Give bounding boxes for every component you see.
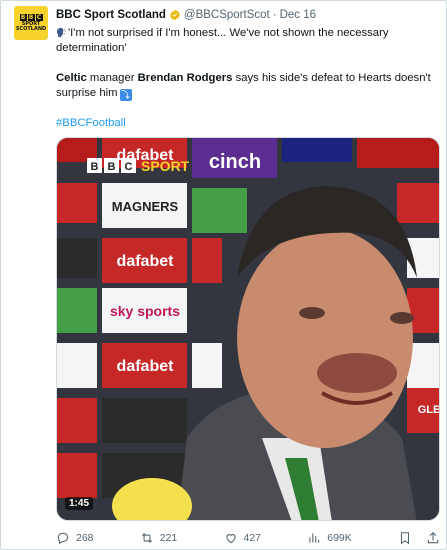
- sponsor-text-sky: sky sports: [110, 303, 180, 319]
- bookmark-icon[interactable]: [398, 531, 412, 545]
- team-name: Celtic: [56, 72, 87, 84]
- avatar-subtitle: SPORT SCOTLAND: [15, 21, 47, 32]
- svg-text:B: B: [108, 161, 116, 173]
- quote-text-2: determination': [56, 42, 127, 54]
- like-button[interactable]: 427: [224, 531, 262, 545]
- reply-button[interactable]: 268: [56, 531, 94, 545]
- summary-line-2: surprise him ⤵: [56, 86, 436, 101]
- repost-icon: [141, 533, 152, 543]
- video-player[interactable]: dafabet MAGNERS cinch dafabet sky sports…: [56, 137, 440, 521]
- account-name[interactable]: BBC Sport Scotland: [56, 8, 166, 22]
- action-bar: 268 221 427 699K: [56, 529, 440, 547]
- repost-count: 221: [159, 532, 178, 544]
- sponsor-text-gle: GLE: [418, 404, 440, 416]
- tweet-header: BBC Sport Scotland @BBCSportScot · Dec 1…: [56, 8, 316, 22]
- avatar[interactable]: BBC SPORT SCOTLAND: [14, 6, 48, 40]
- secondary-actions: [398, 531, 440, 545]
- sponsor-text-cinch: cinch: [209, 151, 261, 173]
- summary-text-c: surprise him: [56, 87, 118, 99]
- views-chart-icon: [309, 533, 320, 543]
- share-icon[interactable]: [426, 531, 440, 545]
- separator-dot: ·: [272, 9, 277, 21]
- summary-line-1: Celtic manager Brendan Rodgers says his …: [56, 71, 436, 86]
- svg-text:B: B: [91, 161, 99, 173]
- verified-badge-icon: [170, 9, 180, 21]
- post-date[interactable]: Dec 16: [280, 8, 316, 22]
- svg-text:SPORT: SPORT: [141, 158, 190, 174]
- tweet-card[interactable]: BBC SPORT SCOTLAND BBC Sport Scotland @B…: [0, 0, 447, 550]
- summary-text-a: manager: [86, 72, 138, 84]
- reply-count: 268: [76, 532, 94, 544]
- repost-button[interactable]: 221: [140, 531, 178, 545]
- manager-name: Brendan Rodgers: [137, 72, 233, 84]
- sponsor-text-dafabet-low: dafabet: [117, 358, 175, 375]
- account-handle[interactable]: @BBCSportScot: [184, 8, 270, 22]
- speaking-head-icon: [56, 27, 66, 38]
- quote-line-1: 'I'm not surprised if I'm honest... We'v…: [56, 26, 436, 41]
- reply-icon: [57, 532, 69, 545]
- tweet-text: 'I'm not surprised if I'm honest... We'v…: [56, 26, 436, 131]
- views-button[interactable]: 699K: [307, 531, 352, 545]
- sponsor-text-magners: MAGNERS: [112, 199, 179, 214]
- heart-icon: [225, 534, 236, 544]
- hashtag-link[interactable]: #BBCFootball: [56, 116, 436, 131]
- views-count: 699K: [327, 532, 352, 544]
- video-duration: 1:45: [65, 497, 94, 510]
- arrow-down-emoji-icon: ⤵: [119, 89, 132, 101]
- bbc-logo: BBC: [19, 14, 43, 21]
- quote-text-1: 'I'm not surprised if I'm honest... We'v…: [68, 27, 389, 39]
- summary-text-b: says his side's defeat to Hearts doesn't: [232, 72, 431, 84]
- like-count: 427: [243, 532, 262, 544]
- svg-text:C: C: [125, 161, 133, 173]
- sponsor-text-dafabet-mid: dafabet: [117, 253, 175, 270]
- video-frame: dafabet MAGNERS cinch dafabet sky sports…: [57, 138, 440, 520]
